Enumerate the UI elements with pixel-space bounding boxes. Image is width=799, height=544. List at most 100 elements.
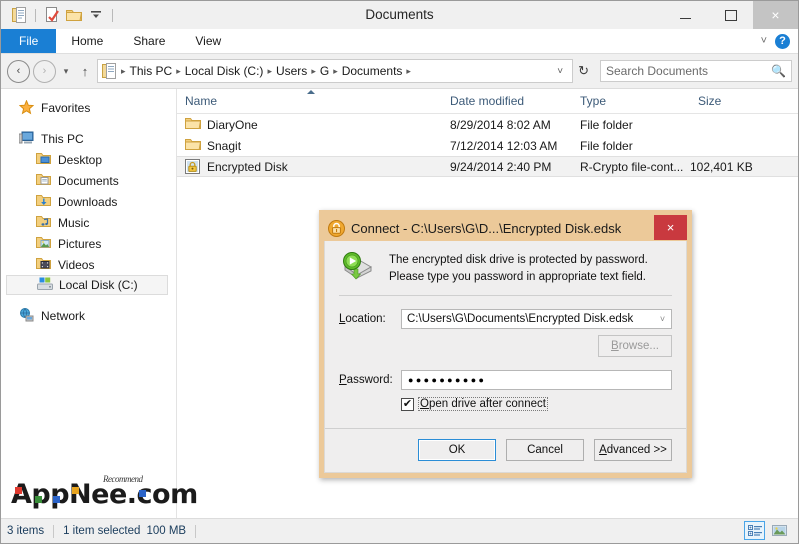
up-button[interactable]: ↑ — [76, 61, 94, 82]
sidebar-item-pictures[interactable]: Pictures — [1, 233, 176, 254]
sidebar-gap-2 — [1, 295, 176, 305]
file-type-cell: R-Crypto file-cont... — [580, 159, 684, 174]
tab-share[interactable]: Share — [118, 29, 180, 53]
details-view-button[interactable] — [744, 521, 765, 540]
cancel-button[interactable]: Cancel — [506, 439, 584, 462]
sort-ascending-icon — [307, 90, 315, 94]
new-folder-icon[interactable] — [63, 4, 85, 26]
refresh-icon[interactable]: ↻ — [576, 63, 595, 79]
open-drive-checkbox-row[interactable]: ✔ Open drive after connect — [387, 397, 686, 412]
navigation-pane: Favorites This PC Desktop Documents Down… — [1, 89, 177, 518]
column-header-type[interactable]: Type — [572, 94, 690, 108]
chevron-down-icon[interactable]: ˅ — [761, 35, 767, 47]
tab-view[interactable]: View — [180, 29, 236, 53]
ok-button[interactable]: OK — [418, 439, 496, 462]
browse-row: Browse... — [325, 335, 686, 358]
window-controls: × — [663, 1, 798, 29]
breadcrumb-item-local-disk[interactable]: Local Disk (C:) — [182, 64, 267, 78]
password-input[interactable]: ●●●●●●●●●● — [401, 370, 672, 391]
chevron-down-icon[interactable]: ˅ — [654, 314, 671, 324]
open-drive-checkbox-label[interactable]: Open drive after connect — [418, 397, 548, 412]
computer-icon — [18, 131, 35, 147]
network-icon — [19, 307, 35, 324]
recent-locations-button[interactable]: ▾ — [59, 61, 73, 82]
file-date-cell: 7/12/2014 12:03 AM — [450, 138, 558, 153]
close-button[interactable]: × — [753, 1, 798, 29]
tab-file[interactable]: File — [1, 29, 57, 53]
sidebar-item-favorites[interactable]: Favorites — [1, 97, 176, 118]
sidebar-item-videos[interactable]: Videos — [1, 254, 176, 275]
advanced-button[interactable]: Advanced >> — [594, 439, 672, 462]
dialog-divider — [339, 295, 672, 297]
breadcrumb-item-users[interactable]: Users — [273, 64, 310, 78]
breadcrumb-separator[interactable]: ▸ — [405, 66, 412, 77]
column-header-name[interactable]: Name — [177, 94, 442, 108]
file-date-cell: 9/24/2014 2:40 PM — [450, 159, 552, 174]
maximize-button[interactable] — [708, 1, 753, 29]
sidebar-item-this-pc[interactable]: This PC — [1, 128, 176, 149]
table-row[interactable]: Encrypted Disk 9/24/2014 2:40 PM R-Crypt… — [177, 156, 798, 177]
back-button[interactable]: ‹ — [7, 59, 30, 83]
column-header-date-modified[interactable]: Date modified — [442, 94, 572, 108]
dialog-close-button[interactable]: × — [654, 215, 687, 240]
breadcrumb-item-g[interactable]: G — [317, 64, 332, 78]
toolbar-divider — [35, 8, 36, 22]
sidebar-item-music[interactable]: Music — [1, 212, 176, 233]
view-buttons — [744, 521, 790, 540]
forward-button[interactable]: › — [33, 59, 56, 83]
dialog-header: The encrypted disk drive is protected by… — [325, 241, 686, 293]
file-size-cell: 102,401 KB — [690, 159, 753, 174]
sidebar-label: Videos — [58, 257, 95, 272]
dialog-footer: OK Cancel Advanced >> — [325, 429, 686, 473]
file-name-text: Snagit — [207, 138, 242, 153]
search-icon[interactable]: 🔍 — [771, 64, 786, 78]
music-folder-icon — [36, 215, 52, 231]
dialog-title-text: Connect - C:\Users\G\D...\Encrypted Disk… — [351, 220, 622, 236]
properties-icon[interactable] — [41, 4, 63, 26]
tab-home[interactable]: Home — [56, 29, 118, 53]
item-count-text: 3 items — [7, 525, 45, 537]
star-icon — [18, 98, 35, 116]
sidebar-item-local-disk[interactable]: Local Disk (C:) — [6, 275, 168, 295]
ribbon-tabs: File Home Share View ˅ ? — [1, 29, 798, 54]
file-name-cell[interactable]: Encrypted Disk — [177, 158, 442, 175]
sidebar-item-network[interactable]: Network — [1, 305, 176, 326]
status-bar: 3 items 1 item selected 100 MB — [1, 518, 798, 543]
explorer-window: Documents × File Home Share View ˅ ? ‹ ›… — [0, 0, 799, 544]
help-icon[interactable]: ? — [775, 33, 790, 49]
customize-icon[interactable] — [85, 4, 107, 26]
sidebar-item-desktop[interactable]: Desktop — [1, 149, 176, 170]
table-row[interactable]: DiaryOne 8/29/2014 8:02 AM File folder — [177, 114, 798, 135]
breadcrumb[interactable]: ▸ This PC ▸ Local Disk (C:) ▸ Users ▸ G … — [97, 59, 574, 83]
open-drive-checkbox[interactable]: ✔ — [401, 397, 414, 411]
downloads-folder-icon — [36, 194, 52, 210]
breadcrumb-item-documents[interactable]: Documents — [339, 64, 406, 78]
sidebar-item-documents[interactable]: Documents — [1, 170, 176, 191]
location-label: Location: — [339, 313, 386, 326]
file-name-text: DiaryOne — [207, 117, 258, 132]
file-name-text: Encrypted Disk — [207, 159, 288, 174]
file-name-cell[interactable]: Snagit — [177, 138, 442, 154]
sidebar-label: Downloads — [58, 194, 118, 209]
column-header-size[interactable]: Size — [690, 94, 760, 108]
search-input[interactable]: Search Documents 🔍 — [600, 60, 792, 82]
password-row: Password: ●●●●●●●●●● — [325, 370, 686, 391]
address-bar: ‹ › ▾ ↑ ▸ This PC ▸ Local Disk (C:) ▸ Us… — [1, 54, 798, 88]
breadcrumb-item-this-pc[interactable]: This PC — [127, 64, 176, 78]
folder-icon — [185, 138, 202, 154]
documents-icon[interactable] — [8, 4, 30, 26]
selection-text: 1 item selected — [63, 525, 141, 537]
sidebar-item-downloads[interactable]: Downloads — [1, 191, 176, 212]
location-combobox[interactable]: C:\Users\G\Documents\Encrypted Disk.edsk… — [401, 309, 672, 330]
table-row[interactable]: Snagit 7/12/2014 12:03 AM File folder — [177, 135, 798, 156]
encrypted-disk-icon — [185, 158, 201, 175]
file-name-cell[interactable]: DiaryOne — [177, 117, 442, 133]
title-bar: Documents × — [1, 1, 798, 29]
sidebar-label: This PC — [41, 131, 84, 146]
minimize-button[interactable] — [663, 1, 708, 29]
chevron-down-icon[interactable]: ˅ — [550, 66, 570, 77]
large-icons-view-button[interactable] — [769, 521, 790, 540]
connect-disk-icon — [339, 252, 375, 284]
browse-button[interactable]: Browse... — [598, 335, 672, 358]
